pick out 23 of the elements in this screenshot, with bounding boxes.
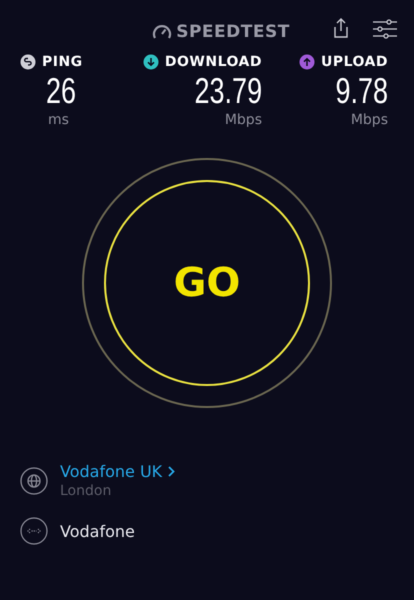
metric-label: PING — [42, 54, 83, 70]
ping-icon — [20, 54, 36, 70]
connection-icon — [20, 517, 48, 545]
metric-unit: Mbps — [350, 112, 388, 128]
metric-value: 9.78 — [335, 72, 388, 110]
chevron-icon — [168, 466, 176, 477]
share-icon[interactable] — [332, 18, 350, 39]
metric-unit: Mbps — [224, 112, 262, 128]
metric-value: 26 — [46, 72, 76, 110]
metric-label: UPLOAD — [320, 54, 388, 70]
globe-icon — [20, 466, 48, 494]
metric-value: 23.79 — [194, 72, 262, 110]
server-link[interactable]: Vodafone UK — [60, 462, 176, 481]
provider-name: Vodafone — [60, 522, 135, 540]
go-button[interactable]: GO — [104, 180, 310, 386]
gauge-icon — [152, 23, 172, 41]
server-location: London — [60, 483, 112, 499]
upload-icon — [298, 54, 315, 70]
metric-label: DOWNLOAD — [164, 54, 262, 70]
metric-unit: ms — [47, 112, 69, 128]
settings-icon[interactable] — [372, 18, 398, 38]
download-icon — [142, 54, 159, 70]
app-logo: SPEEDTEST — [176, 22, 290, 42]
